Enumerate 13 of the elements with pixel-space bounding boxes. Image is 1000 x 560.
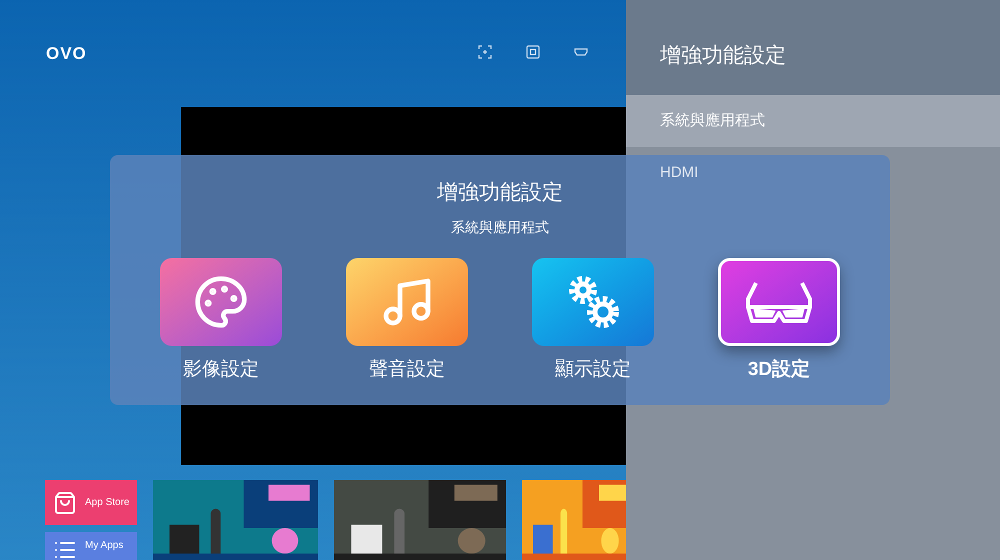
panel-item[interactable]: HDMI xyxy=(626,147,1000,199)
my-apps-tile[interactable]: My Apps xyxy=(45,532,138,560)
panel-item[interactable]: 系統與應用程式 xyxy=(626,95,1000,147)
app-store-tile[interactable]: App Store xyxy=(45,480,138,525)
dialog-title: 增強功能設定 xyxy=(437,180,563,206)
hdmi-port-icon[interactable] xyxy=(574,48,588,56)
panel-title: 增強功能設定 xyxy=(660,42,786,69)
dialog-subtitle: 系統與應用程式 xyxy=(451,218,549,236)
bag-icon xyxy=(53,490,77,514)
scan-icon[interactable] xyxy=(478,44,492,58)
palette-icon xyxy=(193,274,249,330)
square-icon[interactable] xyxy=(526,44,540,58)
logo: OVO xyxy=(46,42,87,65)
